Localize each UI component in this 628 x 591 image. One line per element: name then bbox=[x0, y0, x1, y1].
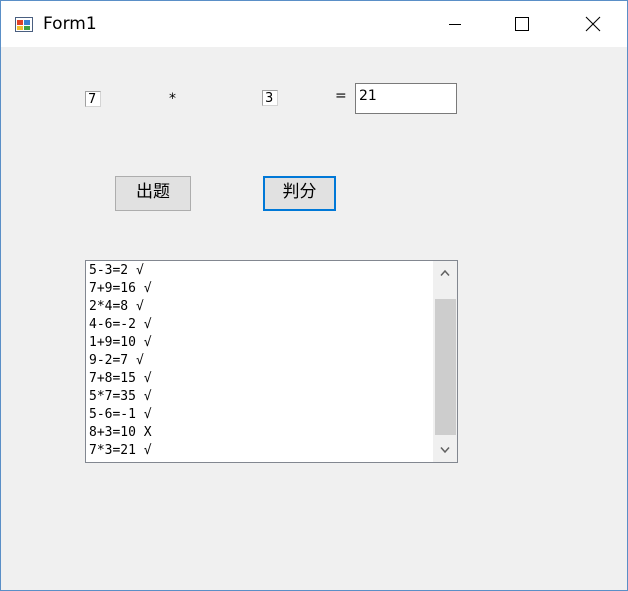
chevron-down-icon bbox=[440, 447, 450, 454]
chevron-up-icon bbox=[440, 269, 450, 276]
title-bar[interactable]: Form1 bbox=[1, 1, 627, 47]
list-item[interactable]: 5-6=-1 √ bbox=[89, 406, 433, 424]
equals-label: = bbox=[335, 88, 347, 104]
close-icon bbox=[585, 16, 601, 32]
list-item[interactable]: 2*4=8 √ bbox=[89, 298, 433, 316]
operand1-box: 7 bbox=[85, 91, 101, 107]
vertical-scrollbar[interactable] bbox=[433, 261, 457, 462]
answer-input[interactable]: 21 bbox=[355, 83, 457, 114]
list-item[interactable]: 4-6=-2 √ bbox=[89, 316, 433, 334]
list-item[interactable]: 5-3=2 √ bbox=[89, 262, 433, 280]
scroll-thumb[interactable] bbox=[435, 299, 456, 435]
list-item[interactable]: 7+8=15 √ bbox=[89, 370, 433, 388]
list-item[interactable]: 5*7=35 √ bbox=[89, 388, 433, 406]
maximize-button[interactable] bbox=[499, 1, 545, 47]
list-item[interactable]: 8+3=10 X bbox=[89, 424, 433, 442]
operand2-box: 3 bbox=[262, 90, 278, 106]
form-window: Form1 7 * 3 = 21 出题 判分 5-3=2 √ 7+9=16 √ 2*… bbox=[0, 0, 628, 591]
list-item[interactable]: 7+9=16 √ bbox=[89, 280, 433, 298]
close-button[interactable] bbox=[570, 1, 616, 47]
minimize-icon bbox=[449, 24, 461, 25]
scroll-up-button[interactable] bbox=[433, 261, 457, 285]
results-list: 5-3=2 √ 7+9=16 √ 2*4=8 √ 4-6=-2 √ 1+9=10 √ 9-… bbox=[89, 262, 433, 460]
operator-label: * bbox=[169, 91, 176, 107]
grade-button[interactable]: 判分 bbox=[263, 176, 336, 211]
list-item[interactable]: 9-2=7 √ bbox=[89, 352, 433, 370]
client-area: 7 * 3 = 21 出题 判分 5-3=2 √ 7+9=16 √ 2*4=8 √ 4… bbox=[1, 47, 627, 590]
list-item[interactable]: 7*3=21 √ bbox=[89, 442, 433, 460]
list-item[interactable]: 1+9=10 √ bbox=[89, 334, 433, 352]
results-listbox[interactable]: 5-3=2 √ 7+9=16 √ 2*4=8 √ 4-6=-2 √ 1+9=10 √ 9-… bbox=[85, 260, 458, 463]
scroll-down-button[interactable] bbox=[433, 438, 457, 462]
maximize-icon bbox=[515, 17, 529, 31]
window-title: Form1 bbox=[43, 14, 97, 34]
new-question-button[interactable]: 出题 bbox=[115, 176, 191, 211]
minimize-button[interactable] bbox=[432, 1, 478, 47]
app-icon bbox=[15, 15, 33, 33]
